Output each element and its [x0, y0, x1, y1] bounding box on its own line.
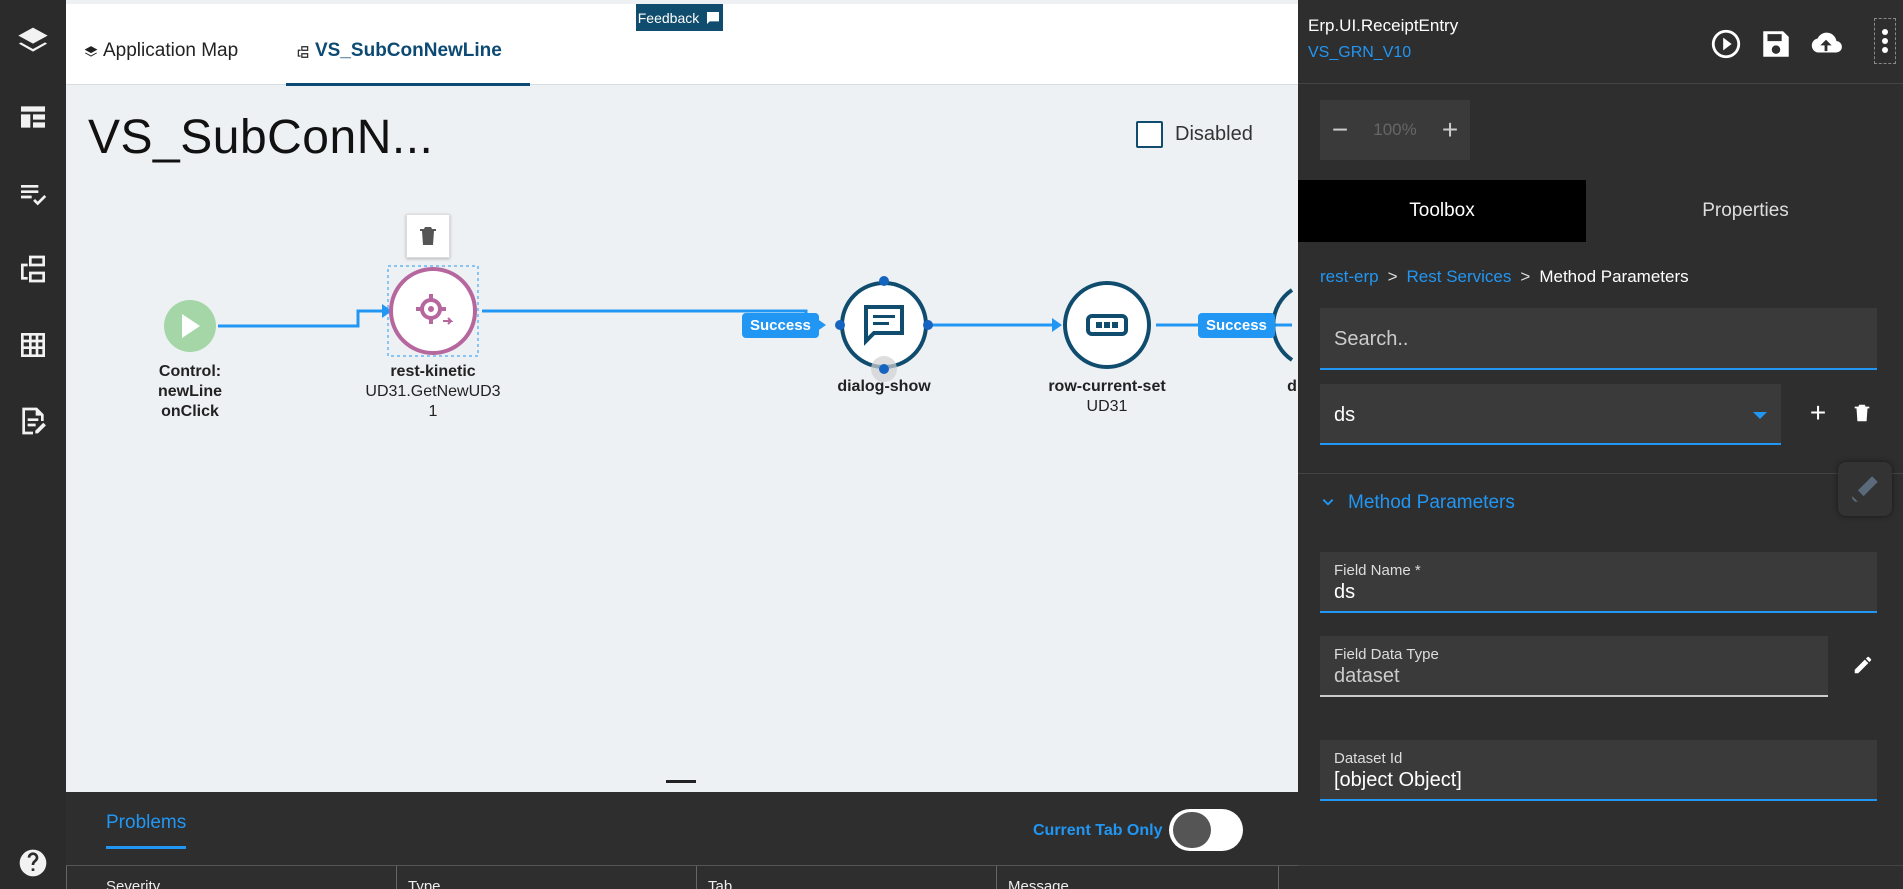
tab-problems[interactable]: Problems	[106, 812, 187, 849]
toggle-knob	[1173, 812, 1211, 848]
port-dot[interactable]	[923, 320, 933, 330]
column-message[interactable]: Message	[1008, 878, 1069, 889]
left-rail	[0, 0, 66, 889]
dataset-id-value: [object Object]	[1334, 769, 1462, 791]
flow-icon[interactable]	[0, 244, 66, 294]
floating-action-button[interactable]	[1838, 462, 1892, 516]
search-input[interactable]: Search..	[1320, 308, 1877, 370]
panel-tabs: Toolbox Properties	[1298, 180, 1903, 242]
column-severity[interactable]: Severity	[106, 878, 160, 889]
panel-splitter[interactable]	[66, 770, 1298, 792]
field-name-value: ds	[1334, 581, 1356, 603]
column-tab[interactable]: Tab	[708, 878, 732, 889]
layers-icon[interactable]	[0, 16, 66, 66]
delete-icon	[420, 227, 436, 245]
success-badge: Success	[742, 313, 819, 338]
zoom-out-button[interactable]: −	[1320, 100, 1360, 160]
chevron-down-icon	[1322, 499, 1334, 506]
dialog-show-label: dialog-show	[837, 378, 931, 395]
trash-icon	[1854, 404, 1870, 422]
grid-icon[interactable]	[0, 320, 66, 370]
port-dot[interactable]	[879, 364, 889, 374]
method-parameters-section[interactable]: Method Parameters	[1320, 492, 1515, 514]
zoom-level: 100%	[1373, 120, 1417, 139]
current-tab-only-toggle[interactable]	[1169, 809, 1243, 851]
drag-handle-icon[interactable]	[666, 780, 696, 783]
method-select[interactable]: ds	[1320, 384, 1781, 445]
rest-kinetic-label: rest-kinetic UD31.GetNewUD3 1	[365, 363, 501, 420]
save-icon	[1763, 31, 1789, 57]
row-current-set-label: row-current-set UD31	[1048, 378, 1166, 415]
run-button[interactable]	[1706, 24, 1746, 64]
pencil-icon	[1854, 656, 1872, 674]
tab-toolbox[interactable]: Toolbox	[1298, 180, 1586, 242]
app-name: Erp.UI.ReceiptEntry	[1308, 16, 1459, 35]
app-header: Erp.UI.ReceiptEntry VS_GRN_V10	[1298, 4, 1903, 84]
delete-button[interactable]	[1847, 398, 1877, 428]
more-options-button[interactable]	[1874, 18, 1896, 64]
column-type[interactable]: Type	[408, 878, 441, 889]
breadcrumb-separator: >	[1520, 267, 1531, 286]
document-edit-icon[interactable]	[0, 396, 66, 446]
app-version-link[interactable]: VS_GRN_V10	[1308, 44, 1411, 62]
breadcrumb-separator: >	[1387, 267, 1398, 286]
save-button[interactable]	[1756, 24, 1796, 64]
problems-table-header: Severity Type Tab Message	[66, 865, 1298, 889]
dataset-id-label: Dataset Id	[1334, 750, 1403, 767]
caret-down-icon	[1753, 412, 1767, 419]
field-data-type-input: Field Data Type dataset	[1320, 636, 1828, 697]
play-circle-icon	[1711, 29, 1741, 59]
breadcrumb-current: Method Parameters	[1539, 267, 1689, 286]
right-panel: Erp.UI.ReceiptEntry VS_GRN_V10 − 100% + …	[1298, 0, 1903, 889]
field-name-input[interactable]: Field Name * ds	[1320, 552, 1877, 613]
publish-button[interactable]	[1806, 24, 1846, 64]
zoom-in-button[interactable]: +	[1430, 100, 1470, 160]
control-node-label: Control: newLine onClick	[157, 363, 222, 420]
field-data-type-label: Field Data Type	[1334, 646, 1439, 663]
link-icon	[1852, 476, 1878, 502]
breadcrumb-rest-services[interactable]: Rest Services	[1407, 267, 1512, 287]
method-select-value: ds	[1334, 404, 1356, 426]
divider	[1298, 865, 1903, 866]
problems-panel: Problems Current Tab Only Severity Type …	[66, 792, 1298, 889]
connector-arrow	[1052, 318, 1062, 332]
breadcrumb-rest-erp[interactable]: rest-erp	[1320, 267, 1379, 287]
port-dot[interactable]	[835, 320, 845, 330]
checklist-icon[interactable]	[0, 168, 66, 218]
more-vert-icon	[1882, 29, 1888, 53]
next-node-label: d	[1287, 378, 1297, 395]
help-icon[interactable]	[0, 838, 66, 888]
cloud-upload-icon	[1811, 32, 1842, 53]
dataset-id-input[interactable]: Dataset Id [object Object]	[1320, 740, 1877, 801]
layout-icon[interactable]	[0, 92, 66, 142]
section-title: Method Parameters	[1348, 492, 1515, 513]
current-tab-only-label: Current Tab Only	[1033, 822, 1163, 839]
add-button[interactable]: +	[1803, 397, 1833, 428]
success-badge: Success	[1198, 313, 1275, 338]
breadcrumb: rest-erp > Rest Services > Method Parame…	[1320, 267, 1689, 287]
port-dot[interactable]	[879, 276, 889, 286]
zoom-control: − 100% +	[1320, 100, 1470, 160]
connector-line	[218, 309, 386, 328]
field-name-label: Field Name *	[1334, 562, 1421, 579]
edit-data-type-button[interactable]	[1848, 650, 1878, 680]
tab-properties[interactable]: Properties	[1588, 180, 1903, 242]
delete-node-button[interactable]	[406, 214, 450, 258]
divider	[1298, 473, 1903, 474]
designer-canvas: Application Map VS_SubConNewLine Feedbac…	[66, 0, 1298, 792]
field-data-type-value: dataset	[1334, 665, 1400, 687]
